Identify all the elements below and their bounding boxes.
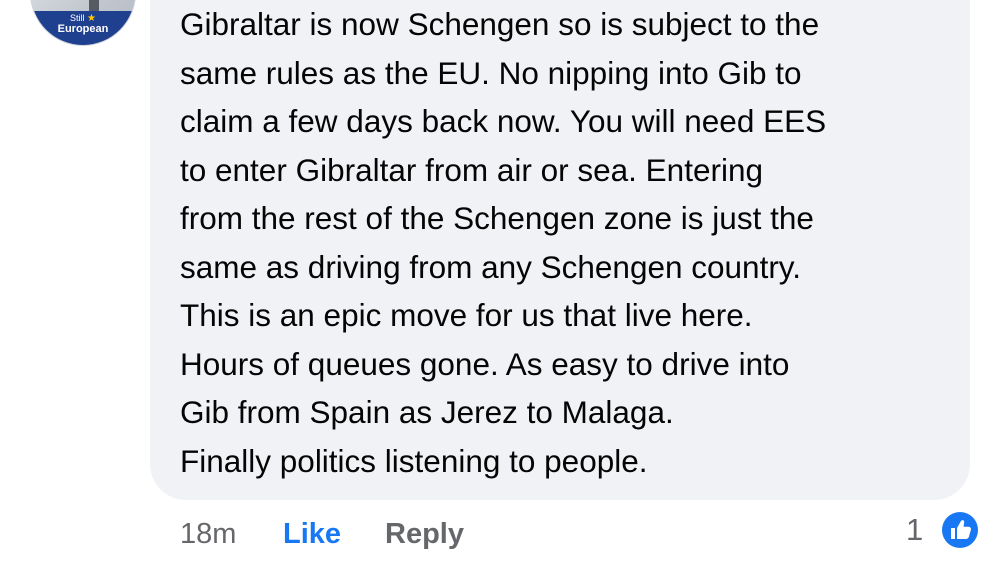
avatar-badge-line2: European <box>57 23 109 35</box>
comment-text: Gibraltar is now Schengen so is subject … <box>180 0 960 485</box>
reaction-summary[interactable]: 1 <box>906 508 986 552</box>
comment-line: claim a few days back now. You will need… <box>180 103 827 139</box>
comment-line: Finally politics listening to people. <box>180 442 648 479</box>
reply-button[interactable]: Reply <box>385 514 464 554</box>
comment-line: same rules as the EU. No nipping into Gi… <box>180 54 802 91</box>
comment-line: Gib from Spain as Jerez to Malaga. <box>180 394 674 430</box>
comment-line: This is an epic move for us that live he… <box>180 297 753 333</box>
avatar-badge: Still ★ European <box>31 11 135 45</box>
comment-line: Hours of queues gone. As easy to drive i… <box>180 345 790 382</box>
comment-row: Still ★ European Gibraltar is now Scheng… <box>0 0 1000 572</box>
like-button[interactable]: Like <box>283 514 341 554</box>
comment-line: to enter Gibraltar from air or sea. Ente… <box>180 151 763 188</box>
comment-line: Gibraltar is now Schengen so is subject … <box>180 6 820 42</box>
author-avatar[interactable]: Still ★ European <box>30 0 136 46</box>
thumbs-up-icon <box>939 509 981 551</box>
avatar-photo <box>31 0 135 11</box>
reaction-count: 1 <box>906 512 924 547</box>
comment-line: from the rest of the Schengen zone is ju… <box>180 200 814 236</box>
comment-line: same as driving from any Schengen countr… <box>180 248 801 285</box>
avatar-badge-line1: Still <box>70 13 85 23</box>
comment-timestamp[interactable]: 18m <box>180 514 236 554</box>
